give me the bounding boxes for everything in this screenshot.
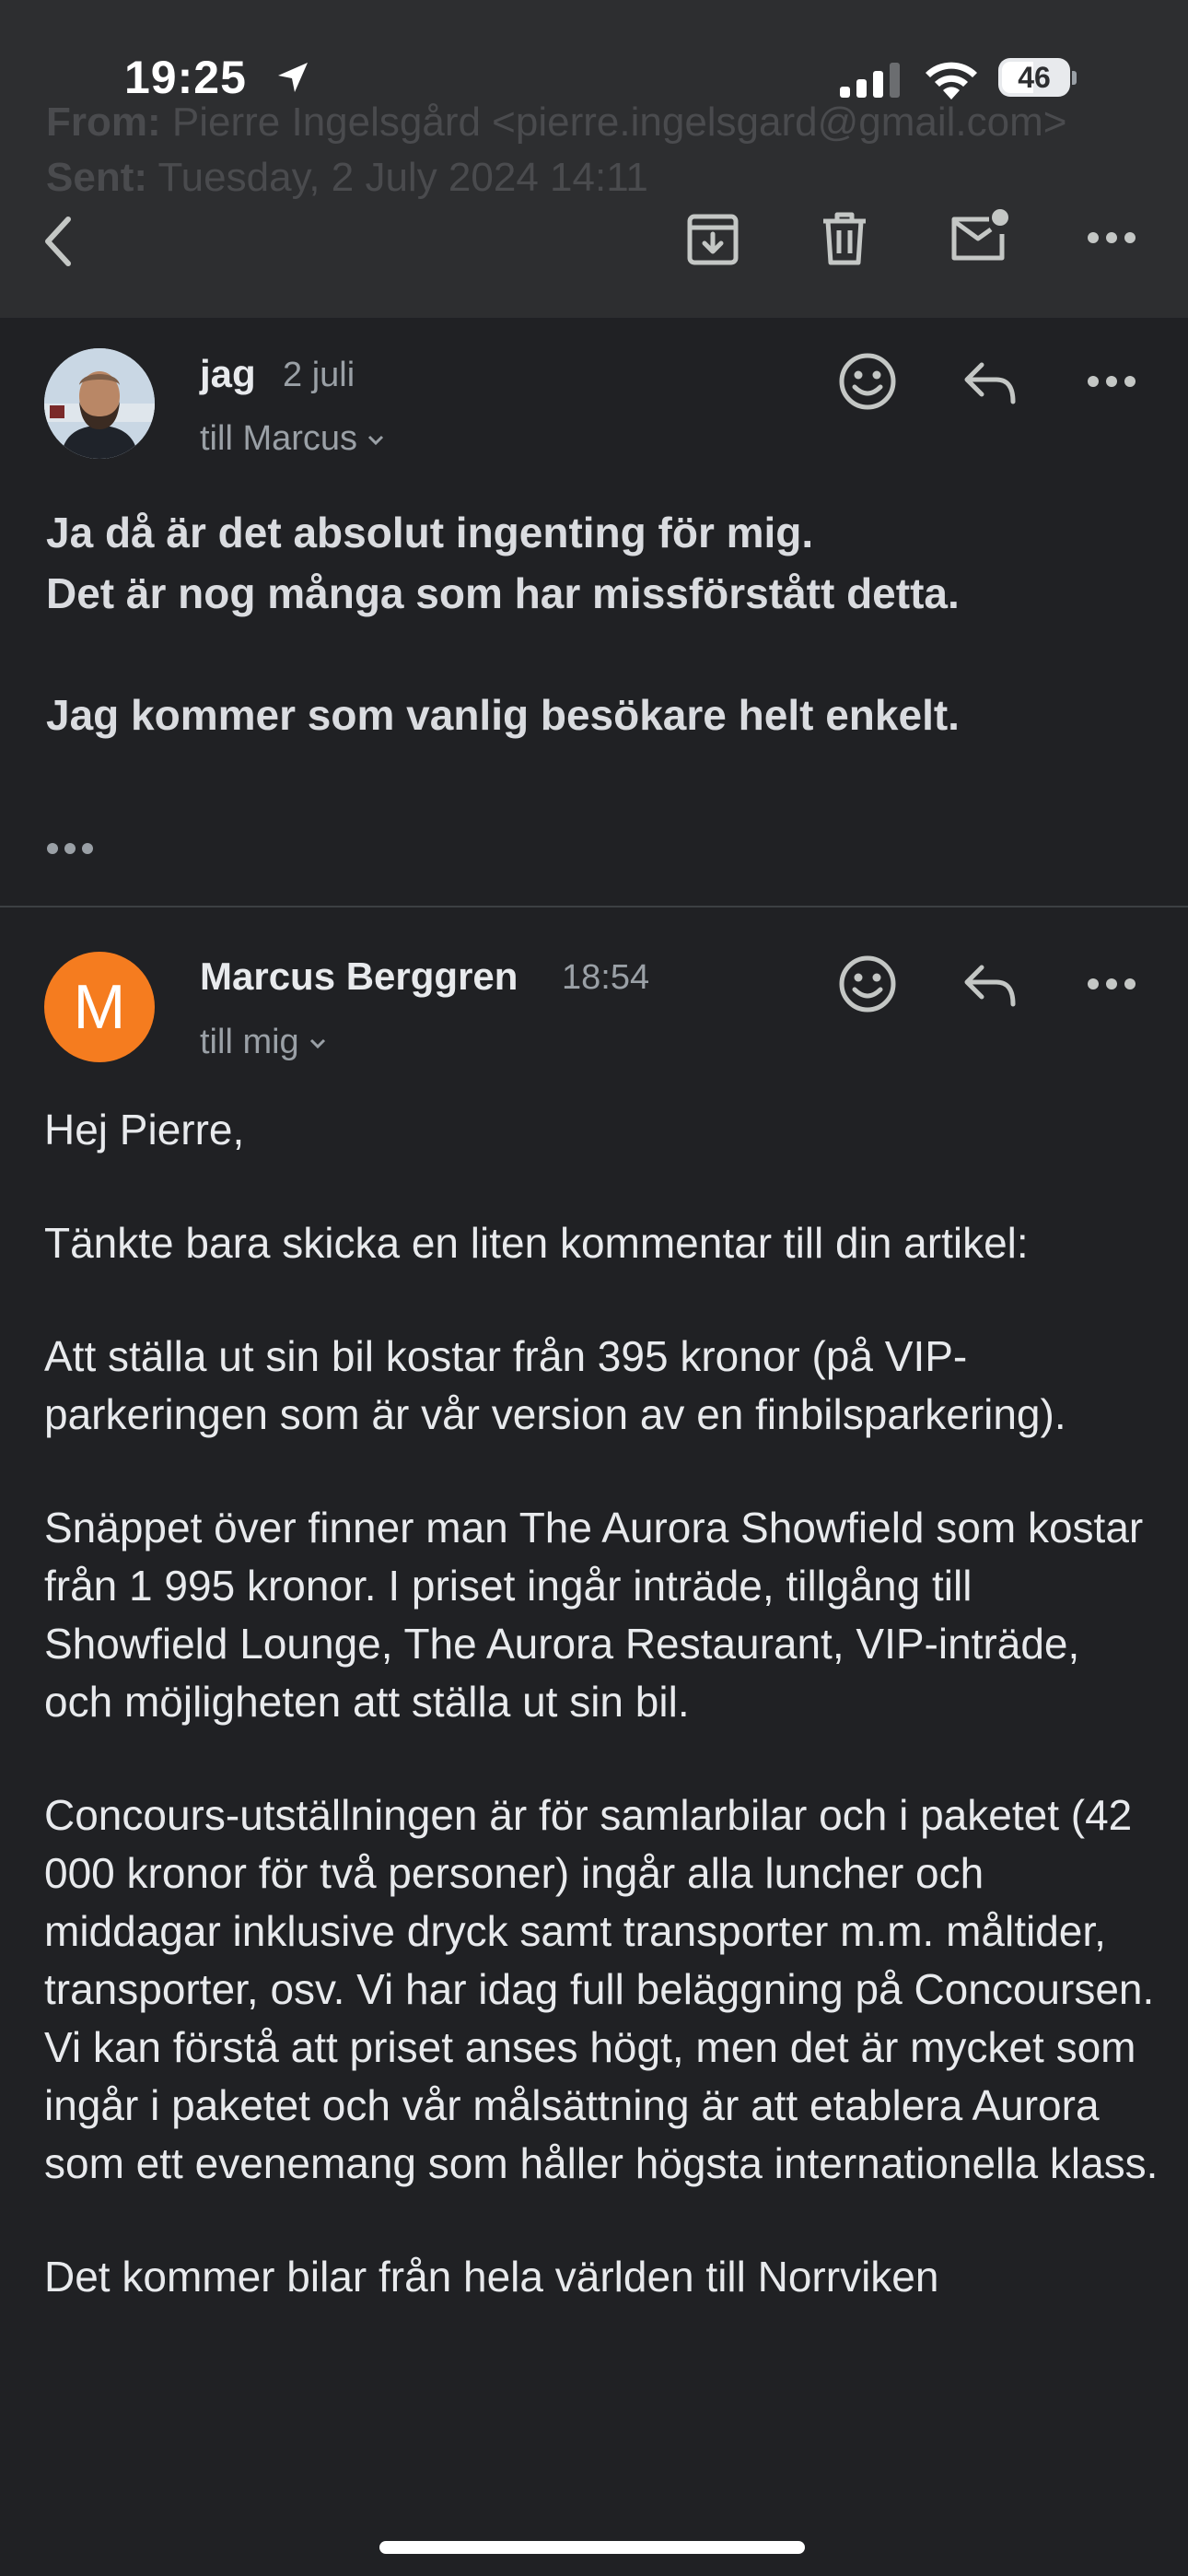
body-paragraph: Tänkte bara skicka en liten kommentar ti… bbox=[44, 1219, 1029, 1267]
more-icon[interactable] bbox=[1087, 228, 1136, 247]
mark-unread-icon[interactable] bbox=[949, 208, 1009, 265]
show-trimmed-content-icon[interactable] bbox=[46, 840, 96, 857]
reaction-emoji-icon[interactable] bbox=[838, 352, 897, 411]
cellular-signal-icon bbox=[840, 63, 900, 98]
profile-photo-icon bbox=[44, 348, 155, 459]
body-line: Ja då är det absolut ingenting för mig. bbox=[46, 509, 814, 556]
battery-indicator: 46 bbox=[998, 58, 1077, 99]
reply-icon[interactable] bbox=[961, 359, 1019, 405]
chevron-down-icon bbox=[309, 1038, 325, 1049]
message-more-icon[interactable] bbox=[1087, 372, 1136, 391]
top-app-bar: From: Pierre Ingelsgård <pierre.ingelsga… bbox=[0, 0, 1188, 318]
body-paragraph: Concours-utställningen är för samlarbila… bbox=[44, 1791, 1159, 2187]
message-body: Ja då är det absolut ingenting för mig. … bbox=[46, 502, 1151, 745]
message-time: 18:54 bbox=[562, 958, 650, 997]
location-arrow-icon bbox=[278, 63, 308, 92]
wifi-icon bbox=[926, 62, 977, 100]
status-time: 19:25 bbox=[124, 52, 247, 103]
avatar[interactable]: M bbox=[44, 952, 155, 1062]
body-paragraph: Det kommer bilar från hela världen till … bbox=[44, 2253, 939, 2301]
background-from-line: From: Pierre Ingelsgård <pierre.ingelsga… bbox=[46, 100, 1067, 145]
avatar-photo[interactable] bbox=[44, 348, 155, 459]
archive-icon[interactable] bbox=[685, 212, 740, 267]
sender-name: jag bbox=[200, 352, 256, 395]
body-paragraph: Snäppet över finner man The Aurora Showf… bbox=[44, 1504, 1144, 1726]
recipient-details[interactable]: till Marcus bbox=[200, 419, 385, 459]
message-divider bbox=[0, 906, 1188, 907]
body-line: Det är nog många som har missförstått de… bbox=[46, 569, 960, 617]
message-date: 2 juli bbox=[283, 356, 355, 394]
message-more-icon[interactable] bbox=[1087, 975, 1136, 993]
body-paragraph: Hej Pierre, bbox=[44, 1106, 245, 1153]
background-sent-line: Sent: Tuesday, 2 July 2024 14:11 bbox=[46, 155, 648, 200]
reaction-emoji-icon[interactable] bbox=[838, 954, 897, 1013]
recipient-details[interactable]: till mig bbox=[200, 1023, 327, 1062]
home-indicator[interactable] bbox=[379, 2541, 805, 2554]
trash-icon[interactable] bbox=[820, 210, 869, 267]
chevron-down-icon bbox=[367, 435, 384, 446]
back-icon[interactable] bbox=[39, 214, 79, 269]
message-body: Hej Pierre, Tänkte bara skicka en liten … bbox=[44, 1101, 1159, 2361]
body-paragraph: Att ställa ut sin bil kostar från 395 kr… bbox=[44, 1332, 1066, 1438]
reply-icon[interactable] bbox=[961, 962, 1019, 1008]
sender-name: Marcus Berggren bbox=[200, 954, 518, 998]
body-line: Jag kommer som vanlig besökare helt enke… bbox=[46, 691, 960, 739]
